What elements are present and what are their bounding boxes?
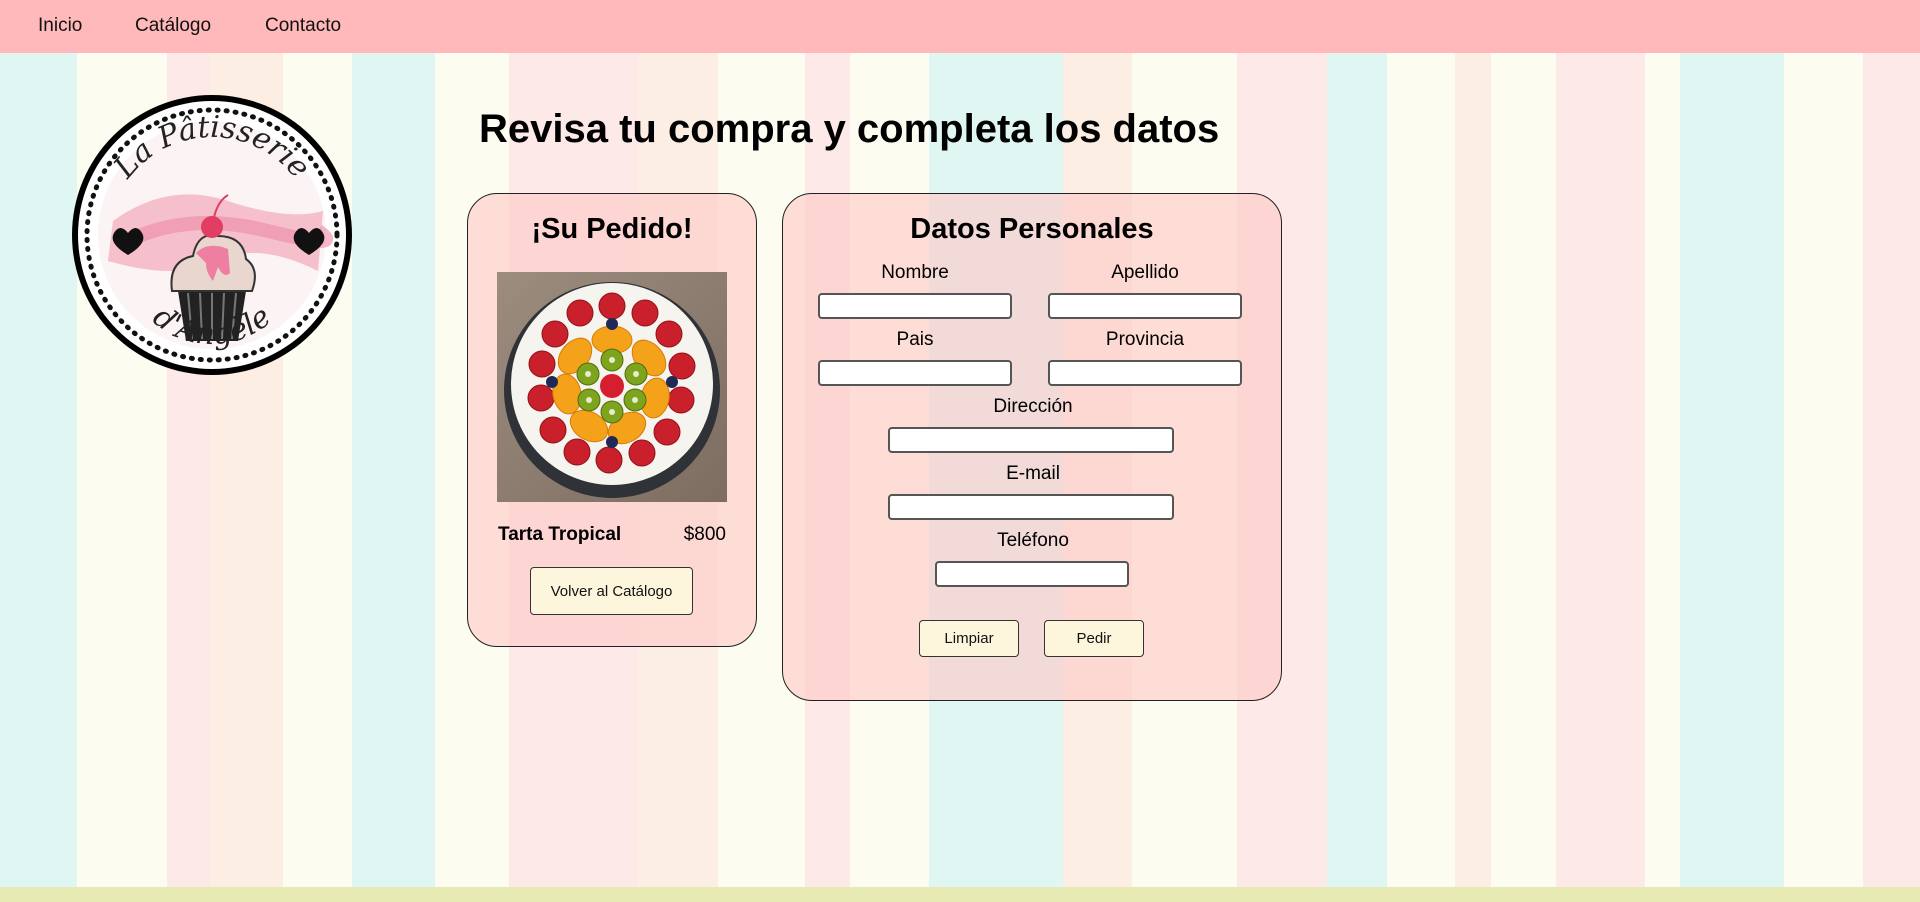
- nav-catalogo-link[interactable]: Catálogo: [135, 15, 211, 37]
- top-navbar: Inicio Catálogo Contacto: [0, 0, 1920, 53]
- product-name: Tarta Tropical: [498, 524, 622, 545]
- telefono-input[interactable]: [935, 561, 1129, 587]
- pais-input[interactable]: [818, 360, 1012, 386]
- limpiar-button[interactable]: Limpiar: [919, 620, 1019, 657]
- email-label: E-mail: [1006, 463, 1060, 484]
- back-to-catalog-button[interactable]: Volver al Catálogo: [530, 567, 693, 615]
- nav-contacto-link[interactable]: Contacto: [265, 15, 341, 37]
- nav-inicio-link[interactable]: Inicio: [38, 15, 82, 37]
- apellido-label: Apellido: [1111, 262, 1179, 283]
- tarta-tropical-image: [497, 272, 727, 502]
- telefono-label: Teléfono: [997, 530, 1069, 551]
- nombre-label: Nombre: [881, 262, 949, 283]
- page-title: Revisa tu compra y completa los datos: [479, 107, 1220, 151]
- email-input[interactable]: [888, 494, 1174, 520]
- product-price: $800: [683, 524, 726, 545]
- order-title: ¡Su Pedido!: [531, 213, 693, 245]
- provincia-input[interactable]: [1048, 360, 1242, 386]
- personal-data-title: Datos Personales: [910, 213, 1154, 245]
- direccion-input[interactable]: [888, 427, 1174, 453]
- patisserie-logo: La Pâtisserie d'Angèle: [72, 95, 352, 375]
- provincia-label: Provincia: [1105, 329, 1185, 350]
- pais-label: Pais: [896, 329, 934, 350]
- nombre-input[interactable]: [818, 293, 1012, 319]
- personal-data-card: Datos Personales Nombre Apellido Pais Pr…: [782, 193, 1282, 701]
- footer-bar: [0, 887, 1920, 902]
- order-card: ¡Su Pedido! Tarta Tropical $800 Volver a…: [467, 193, 757, 647]
- pedir-button[interactable]: Pedir: [1044, 620, 1144, 657]
- direccion-label: Dirección: [993, 396, 1073, 417]
- apellido-input[interactable]: [1048, 293, 1242, 319]
